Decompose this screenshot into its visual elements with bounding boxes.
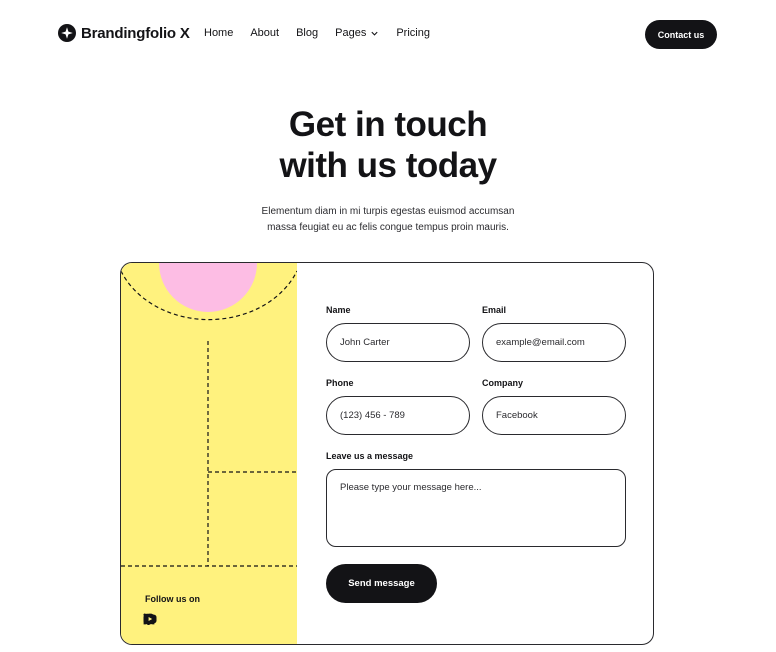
email-input[interactable]: example@email.com xyxy=(482,323,626,362)
company-label: Company xyxy=(482,378,524,388)
page-subtitle-line-1: Elementum diam in mi turpis egestas euis… xyxy=(261,206,515,217)
nav-blog[interactable]: Blog xyxy=(296,27,318,39)
page-title: Get in touch with us today xyxy=(0,104,776,186)
phone-input[interactable]: (123) 456 - 789 xyxy=(326,396,470,435)
message-textarea[interactable]: Please type your message here... xyxy=(326,469,626,547)
company-input[interactable]: Facebook xyxy=(482,396,626,435)
youtube-icon[interactable] xyxy=(143,613,237,627)
chevron-down-icon xyxy=(371,31,378,36)
nav-pricing[interactable]: Pricing xyxy=(396,27,430,39)
email-label: Email xyxy=(482,305,507,315)
pink-semicircle xyxy=(159,263,257,312)
contact-us-button[interactable]: Contact us xyxy=(645,20,717,49)
brand-name: Brandingfolio X xyxy=(81,24,190,42)
contact-card: Follow us on Name John Carter Email exam… xyxy=(120,262,654,645)
brand-logo[interactable]: Brandingfolio X xyxy=(58,24,190,42)
name-input[interactable]: John Carter xyxy=(326,323,470,362)
page-title-line-1: Get in touch xyxy=(288,105,488,144)
decorative-pattern xyxy=(121,263,297,567)
follow-us-label: Follow us on xyxy=(145,594,200,604)
linkedin-icon[interactable] xyxy=(143,613,217,627)
phone-label: Phone xyxy=(326,378,354,388)
send-message-button[interactable]: Send message xyxy=(326,564,437,603)
nav-pages-label: Pages xyxy=(335,27,367,39)
page-subtitle: Elementum diam in mi turpis egestas euis… xyxy=(238,204,538,236)
page-subtitle-line-2: massa feugiat eu ac felis congue tempus … xyxy=(267,222,509,233)
top-navigation: Brandingfolio X Home About Blog Pages Pr… xyxy=(58,20,717,49)
decorative-panel: Follow us on xyxy=(121,263,297,644)
nav-about[interactable]: About xyxy=(250,27,279,39)
nav-pages-dropdown[interactable]: Pages xyxy=(335,27,379,39)
nav-menu: Home About Blog Pages Pricing xyxy=(204,27,447,39)
name-label: Name xyxy=(326,305,351,315)
page-title-line-2: with us today xyxy=(279,146,497,185)
sparkle-logo-icon xyxy=(58,24,76,42)
message-label: Leave us a message xyxy=(326,451,414,461)
nav-home[interactable]: Home xyxy=(204,27,233,39)
twitter-icon[interactable] xyxy=(143,613,177,627)
instagram-icon[interactable] xyxy=(143,613,197,627)
social-links xyxy=(143,613,243,627)
